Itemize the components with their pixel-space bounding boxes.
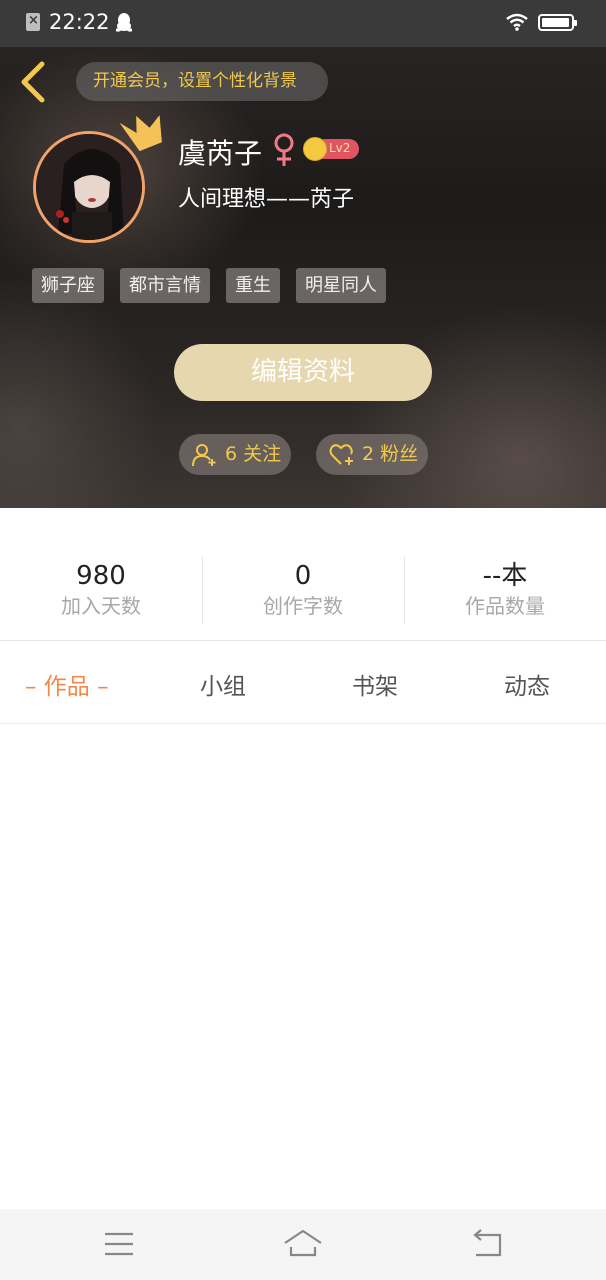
- tag-item: 都市言情: [120, 268, 210, 303]
- stat-join-days: 980 加入天数: [0, 560, 202, 620]
- back-chevron-icon[interactable]: [12, 58, 52, 106]
- tag-item: 狮子座: [32, 268, 104, 303]
- tab-groups[interactable]: 小组: [200, 667, 246, 701]
- status-time: 22:22: [49, 10, 110, 34]
- user-name: 虞芮子: [178, 137, 263, 170]
- back-icon[interactable]: [468, 1227, 508, 1261]
- stat-label: 加入天数: [61, 594, 141, 618]
- tag-list: 狮子座 都市言情 重生 明星同人: [32, 268, 402, 303]
- vip-background-banner[interactable]: 开通会员，设置个性化背景: [76, 62, 328, 101]
- stat-value: 0: [294, 561, 312, 591]
- stat-label: 创作字数: [263, 594, 343, 618]
- level-badge: Lv2: [303, 137, 359, 161]
- user-plus-icon: [192, 444, 216, 467]
- female-gender-icon: [274, 133, 294, 166]
- home-icon[interactable]: [283, 1227, 323, 1261]
- tag-item: 重生: [226, 268, 280, 303]
- stat-value: --本: [482, 561, 528, 591]
- tag-item: 明星同人: [296, 268, 386, 303]
- tab-activity[interactable]: 动态: [504, 667, 550, 701]
- level-text: Lv2: [329, 141, 351, 155]
- stats-panel: 980 加入天数 0 创作字数 --本 作品数量: [0, 508, 606, 641]
- stat-word-count: 0 创作字数: [202, 560, 404, 620]
- edit-profile-button[interactable]: 编辑资料: [174, 344, 432, 401]
- followers-button[interactable]: 2 粉丝: [316, 434, 428, 475]
- battery-icon: [538, 14, 577, 31]
- stat-label: 作品数量: [465, 594, 545, 618]
- sim-card-icon: [26, 13, 40, 31]
- crown-medal-icon: [303, 137, 327, 161]
- tab-works[interactable]: – 作品 –: [25, 667, 109, 701]
- divider: [0, 723, 606, 724]
- user-signature: 人间理想——芮子: [178, 187, 355, 212]
- wifi-icon: [506, 13, 528, 31]
- tab-bookshelf[interactable]: 书架: [352, 667, 398, 701]
- avatar-photo: [36, 134, 142, 240]
- stat-value: 980: [76, 561, 126, 591]
- following-button[interactable]: 6 关注: [179, 434, 291, 475]
- qq-penguin-icon: [116, 13, 132, 32]
- tab-bar: – 作品 – 小组 书架 动态: [0, 641, 606, 723]
- followers-label: 2 粉丝: [362, 443, 419, 465]
- stat-works-count: --本 作品数量: [404, 560, 606, 620]
- status-bar: 22:22: [0, 0, 606, 47]
- avatar[interactable]: [33, 131, 145, 243]
- heart-plus-icon: [329, 444, 353, 465]
- system-navigation-bar: [0, 1209, 606, 1280]
- menu-icon[interactable]: [99, 1227, 139, 1261]
- following-label: 6 关注: [225, 443, 282, 465]
